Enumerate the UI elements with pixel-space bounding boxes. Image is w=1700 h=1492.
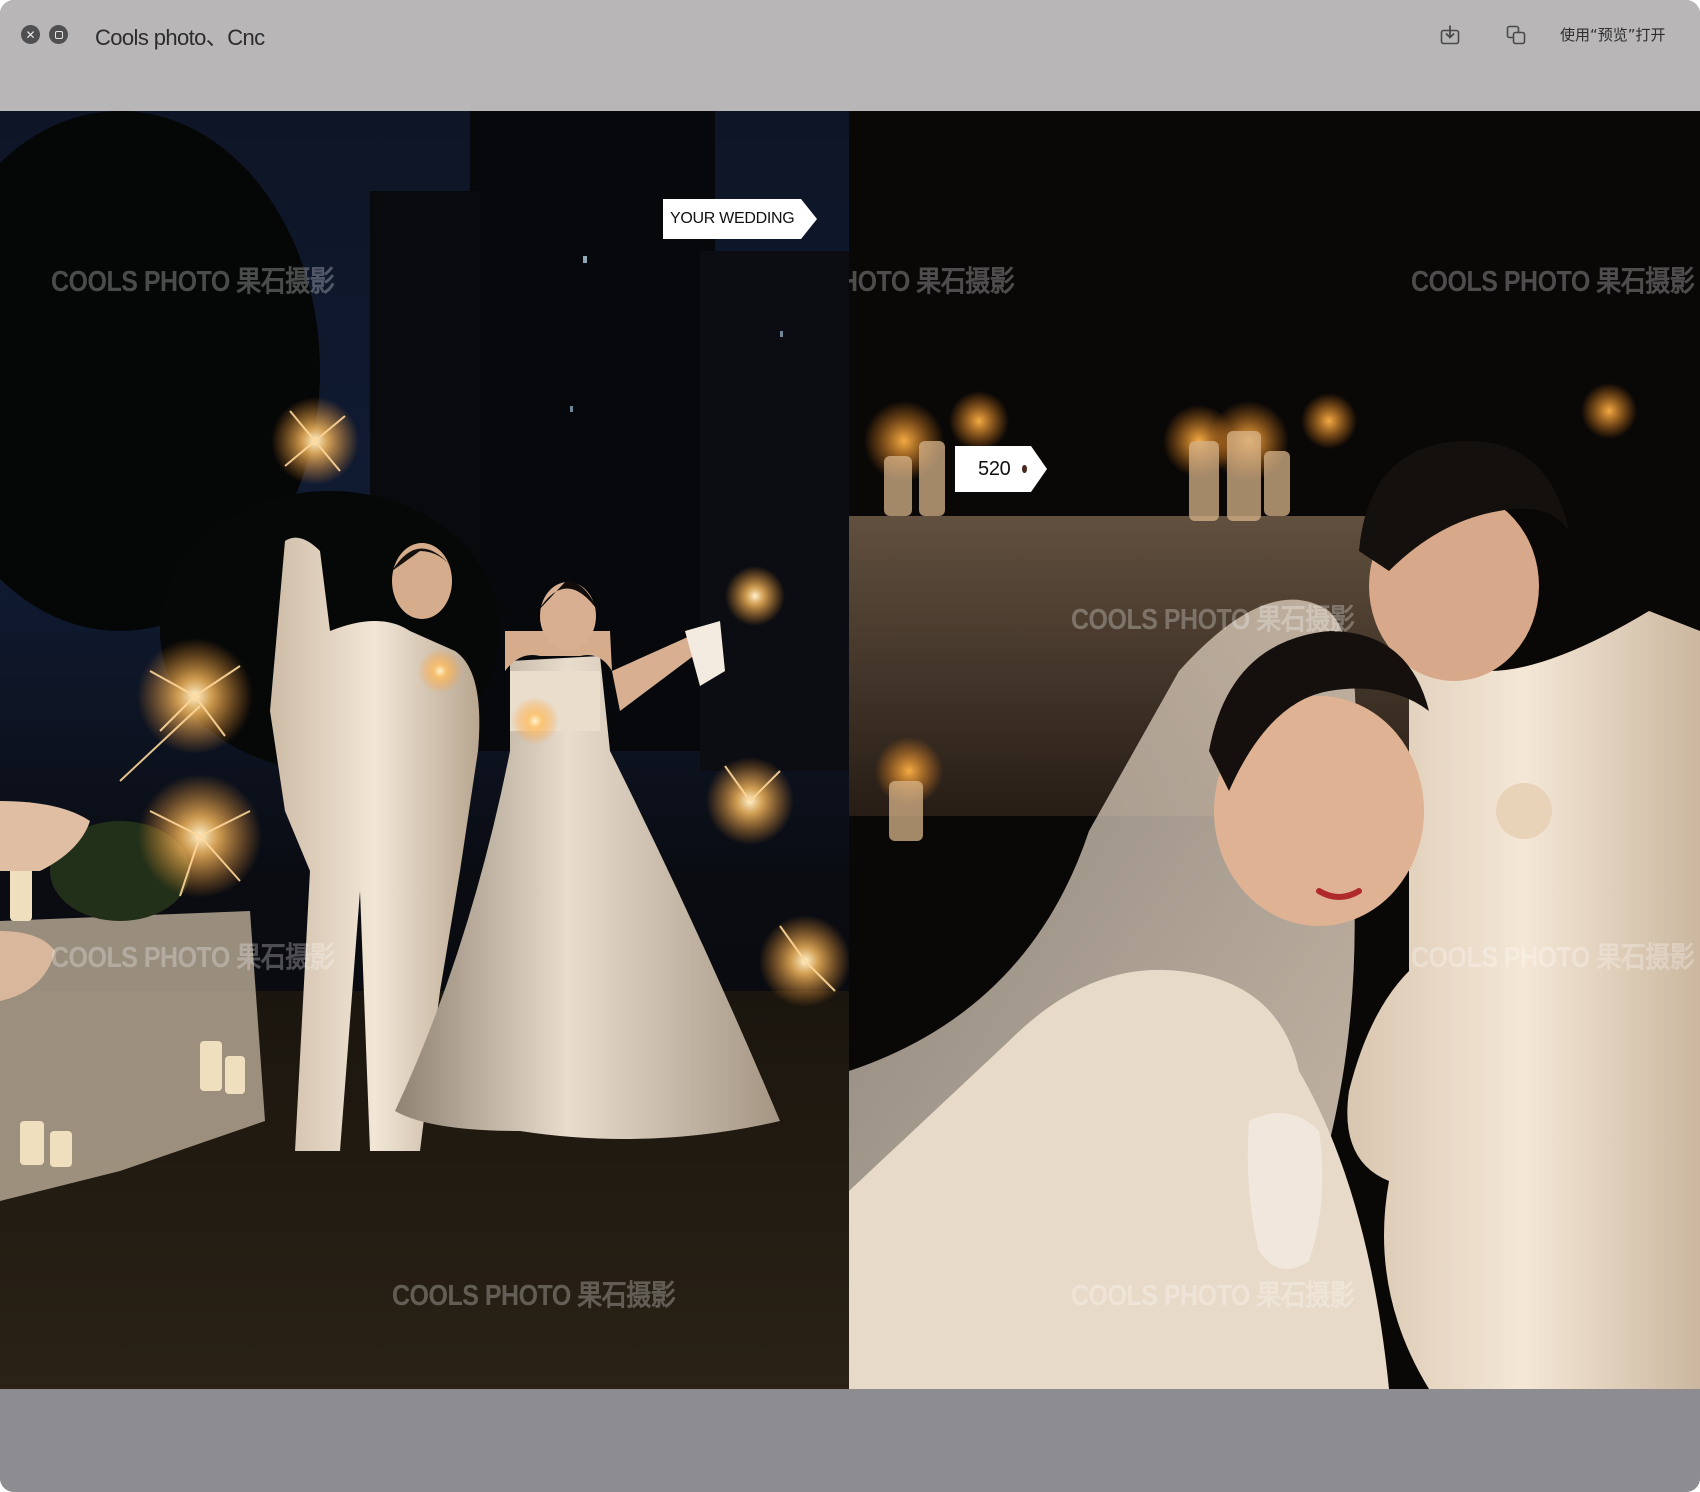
open-with-preview-button[interactable]: 使用“预览”打开 bbox=[1560, 24, 1666, 46]
tag-your-wedding: YOUR WEDDING bbox=[663, 199, 817, 239]
copy-icon[interactable] bbox=[1505, 24, 1527, 46]
photo-right-image bbox=[849, 111, 1700, 1389]
photo-right-embrace: COOLS PHOTO 果石摄影 COOLS PHOTO 果石摄影 COOLS … bbox=[849, 111, 1700, 1389]
preview-content: COOLS PHOTO 果石摄影 COOLS PHOTO 果石摄影 COOLS … bbox=[0, 111, 1700, 1389]
quicklook-window: ✕ Cools photo、Cnc 使用“预览”打开 COOLS PHOTO 果… bbox=[0, 0, 1700, 1492]
tag-hole bbox=[1022, 465, 1027, 473]
share-download-icon[interactable] bbox=[1439, 24, 1461, 46]
close-icon[interactable]: ✕ bbox=[21, 25, 40, 44]
photo-left-sparklers: COOLS PHOTO 果石摄影 COOLS PHOTO 果石摄影 COOLS … bbox=[0, 111, 849, 1389]
tag-520: 520 bbox=[955, 446, 1047, 492]
tag-label: 520 bbox=[978, 457, 1011, 480]
tag-label: YOUR WEDDING bbox=[670, 210, 795, 227]
title-bar[interactable]: ✕ Cools photo、Cnc 使用“预览”打开 bbox=[0, 0, 1700, 111]
bottom-bar bbox=[0, 1389, 1700, 1492]
window-title: Cools photo、Cnc bbox=[95, 25, 265, 50]
fullscreen-icon[interactable] bbox=[49, 25, 68, 44]
photo-left-image bbox=[0, 111, 849, 1389]
